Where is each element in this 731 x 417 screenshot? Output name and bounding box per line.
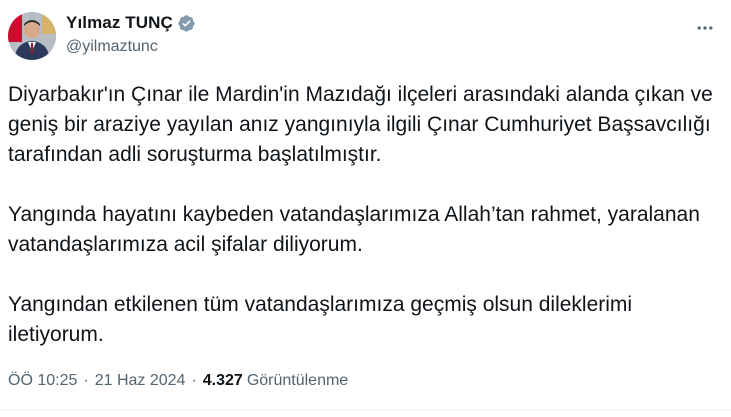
divider xyxy=(0,410,731,411)
author-display-name[interactable]: Yılmaz TUNÇ xyxy=(66,13,173,33)
more-options-button[interactable] xyxy=(693,16,717,40)
verified-badge-icon[interactable] xyxy=(177,14,196,33)
author-handle[interactable]: @yilmaztunc xyxy=(66,38,158,56)
tweet-meta: ÖÖ 10:25 · 21 Haz 2024 · 4.327 Görüntüle… xyxy=(8,372,348,390)
tweet-paragraph: Yangından etkilenen tüm vatandaşlarımıza… xyxy=(8,293,633,346)
more-horizontal-icon xyxy=(697,26,713,30)
tweet-date[interactable]: 21 Haz 2024 xyxy=(95,372,186,390)
avatar-photo xyxy=(8,12,56,60)
tweet-time[interactable]: ÖÖ 10:25 xyxy=(8,372,77,390)
author-name-row: Yılmaz TUNÇ xyxy=(66,12,196,34)
meta-separator: · xyxy=(191,372,197,389)
tweet-paragraph: Diyarbakır'ın Çınar ile Mardin'in Mazıda… xyxy=(8,83,713,166)
tweet-paragraph: Yangında hayatını kaybeden vatandaşlarım… xyxy=(8,203,700,256)
tweet: Yılmaz TUNÇ @yilmaztunc Diyarbakır'ın Çı… xyxy=(0,0,731,417)
avatar[interactable] xyxy=(8,12,56,60)
views-label: Görüntülenme xyxy=(246,372,349,389)
views-count: 4.327 xyxy=(202,372,243,389)
meta-separator: · xyxy=(83,372,89,389)
